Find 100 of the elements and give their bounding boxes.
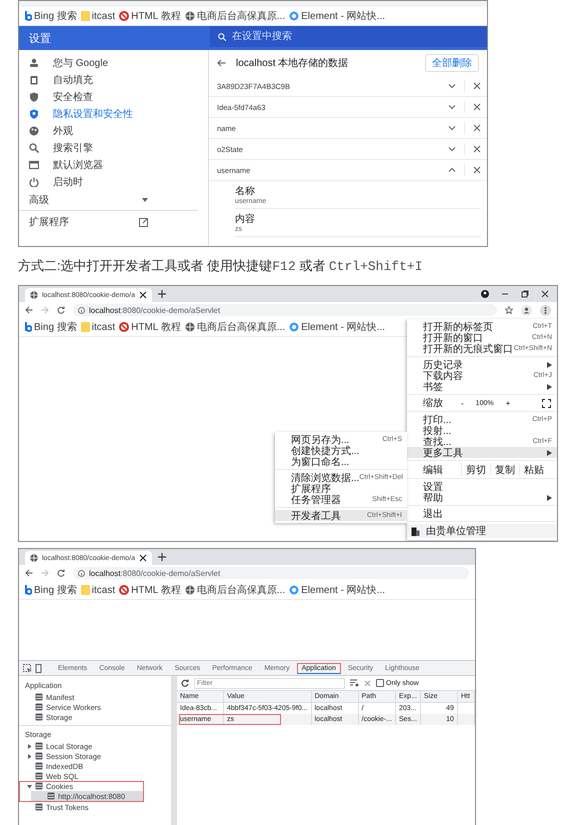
sidebar-item[interactable]: 自动填充: [19, 71, 208, 88]
zoom-in-button[interactable]: +: [500, 398, 516, 408]
sidebar-item[interactable]: 外观: [19, 122, 208, 139]
sidebar-item[interactable]: 您与 Google: [19, 54, 208, 71]
menu-item[interactable]: 退出: [407, 508, 557, 519]
url-text: localhost:8080/cookie-demo/aServlet: [89, 568, 220, 578]
back-icon[interactable]: [25, 306, 33, 314]
expand-caret-icon[interactable]: [448, 145, 456, 153]
menu-item[interactable]: 投射...: [407, 425, 557, 436]
bookmark-item[interactable]: HTML 教程: [131, 583, 181, 597]
expand-caret-icon[interactable]: [448, 124, 456, 132]
advanced-label[interactable]: 高级: [29, 193, 49, 207]
zoom-out-button[interactable]: -: [455, 398, 470, 408]
bookmark-item[interactable]: Bing 搜索: [34, 9, 77, 23]
close-icon[interactable]: [473, 145, 481, 153]
sidebar-item[interactable]: 搜索引擎: [19, 139, 208, 156]
bookmark-item[interactable]: itcast: [92, 322, 116, 332]
menu-item[interactable]: 为窗口命名...: [275, 456, 407, 467]
close-icon[interactable]: [473, 82, 481, 90]
close-icon[interactable]: [541, 290, 549, 298]
edit-action-button[interactable]: 粘贴: [519, 463, 548, 476]
storage-icon: [35, 762, 43, 770]
bookmark-item[interactable]: Element - 网站快...: [301, 9, 386, 23]
sidebar-item[interactable]: 启动时: [19, 173, 208, 190]
close-icon[interactable]: [139, 291, 148, 299]
new-tab-button[interactable]: [158, 553, 166, 561]
storage-icon: [35, 693, 43, 701]
caret-icon: [547, 384, 552, 390]
new-tab-button[interactable]: [158, 290, 166, 298]
device-icon[interactable]: [34, 664, 43, 672]
back-icon[interactable]: [25, 569, 33, 577]
globe-icon: [184, 11, 195, 21]
info-icon: [78, 570, 85, 576]
expand-caret-icon[interactable]: [27, 754, 32, 758]
back-icon[interactable]: [217, 59, 226, 67]
close-icon[interactable]: [473, 103, 481, 111]
external-link-icon[interactable]: [139, 218, 148, 226]
restore-icon[interactable]: [521, 290, 529, 298]
managed-item[interactable]: 由贵单位管理: [407, 524, 557, 538]
bookmark-item[interactable]: 电商后台高保真原...: [196, 9, 286, 23]
menu-item[interactable]: 创建快捷方式...: [275, 445, 407, 456]
expand-caret-icon[interactable]: [27, 744, 32, 748]
reload-icon[interactable]: [181, 679, 189, 687]
star-icon[interactable]: [505, 306, 513, 314]
filter-settings-icon[interactable]: [350, 679, 359, 687]
bookmark-item[interactable]: HTML 教程: [131, 320, 181, 334]
sidebar-item[interactable]: 默认浏览器: [19, 156, 208, 173]
close-icon[interactable]: [473, 124, 481, 132]
expand-caret-icon[interactable]: [448, 103, 456, 111]
address-bar[interactable]: localhost:8080/cookie-demo/aServlet: [73, 304, 497, 316]
menu-item[interactable]: 帮助: [407, 492, 557, 503]
bookmark-item[interactable]: Element - 网站快...: [301, 320, 386, 334]
menu-icon[interactable]: [540, 304, 551, 316]
expand-caret-icon[interactable]: [448, 166, 456, 174]
sidebar-item[interactable]: 隐私设置和安全性: [19, 105, 208, 122]
bookmark-item[interactable]: Element - 网站快...: [301, 583, 386, 597]
bookmark-item[interactable]: 电商后台高保真原...: [196, 320, 286, 334]
bookmark-item[interactable]: Bing 搜索: [34, 583, 77, 597]
profile-icon[interactable]: [481, 290, 489, 298]
delete-all-button[interactable]: 全部删除: [425, 54, 479, 72]
menu-item[interactable]: 设置: [407, 481, 557, 492]
bookmark-item[interactable]: itcast: [92, 584, 116, 596]
power-icon: [29, 176, 39, 186]
reload-icon[interactable]: [57, 569, 65, 577]
logo-icon: [119, 11, 130, 21]
menu-item[interactable]: 书签: [407, 381, 557, 392]
menu-item[interactable]: 更多工具: [407, 447, 557, 458]
menu-item[interactable]: 扩展程序: [275, 483, 407, 494]
page-title: localhost 本地存储的数据: [236, 56, 348, 70]
address-bar[interactable]: localhost:8080/cookie-demo/aServlet: [73, 567, 469, 579]
caption-text: 方式二:选中打开开发者工具或者 使用快捷键F12 或者 Ctrl+Shift+I: [18, 257, 424, 275]
dropdown-icon[interactable]: [142, 198, 148, 202]
expand-caret-icon[interactable]: [448, 82, 456, 90]
plus-icon: [158, 553, 166, 561]
extensions-link[interactable]: 扩展程序: [29, 215, 69, 229]
bookmark-item[interactable]: HTML 教程: [131, 9, 181, 23]
edit-action-button[interactable]: 剪切: [461, 463, 490, 476]
fullscreen-icon[interactable]: [542, 398, 551, 408]
menu-item[interactable]: 历史记录: [407, 359, 557, 370]
storage-icon: [35, 803, 43, 811]
edit-action-button[interactable]: 复制: [490, 463, 519, 476]
close-icon[interactable]: [473, 166, 481, 174]
close-icon[interactable]: [139, 554, 148, 562]
storage-icon: [47, 792, 55, 800]
bookmark-item[interactable]: Bing 搜索: [34, 320, 77, 334]
reload-icon[interactable]: [57, 306, 65, 314]
caret-icon: [547, 494, 552, 500]
sidebar-item[interactable]: 安全检查: [19, 88, 208, 105]
bookmark-item[interactable]: itcast: [92, 10, 116, 22]
search-field[interactable]: 在设置中搜索: [210, 26, 487, 47]
inspect-icon[interactable]: [23, 664, 32, 672]
clear-icon[interactable]: [364, 680, 371, 686]
detail-label: 内容: [235, 212, 256, 226]
bookmark-item[interactable]: 电商后台高保真原...: [196, 583, 286, 597]
storage-icon: [35, 742, 43, 750]
zoom-label: 缩放: [423, 396, 444, 410]
shield-icon: [29, 92, 39, 102]
logo-icon: [24, 11, 32, 21]
profile-icon[interactable]: [521, 304, 532, 316]
expand-caret-icon[interactable]: [27, 784, 32, 788]
